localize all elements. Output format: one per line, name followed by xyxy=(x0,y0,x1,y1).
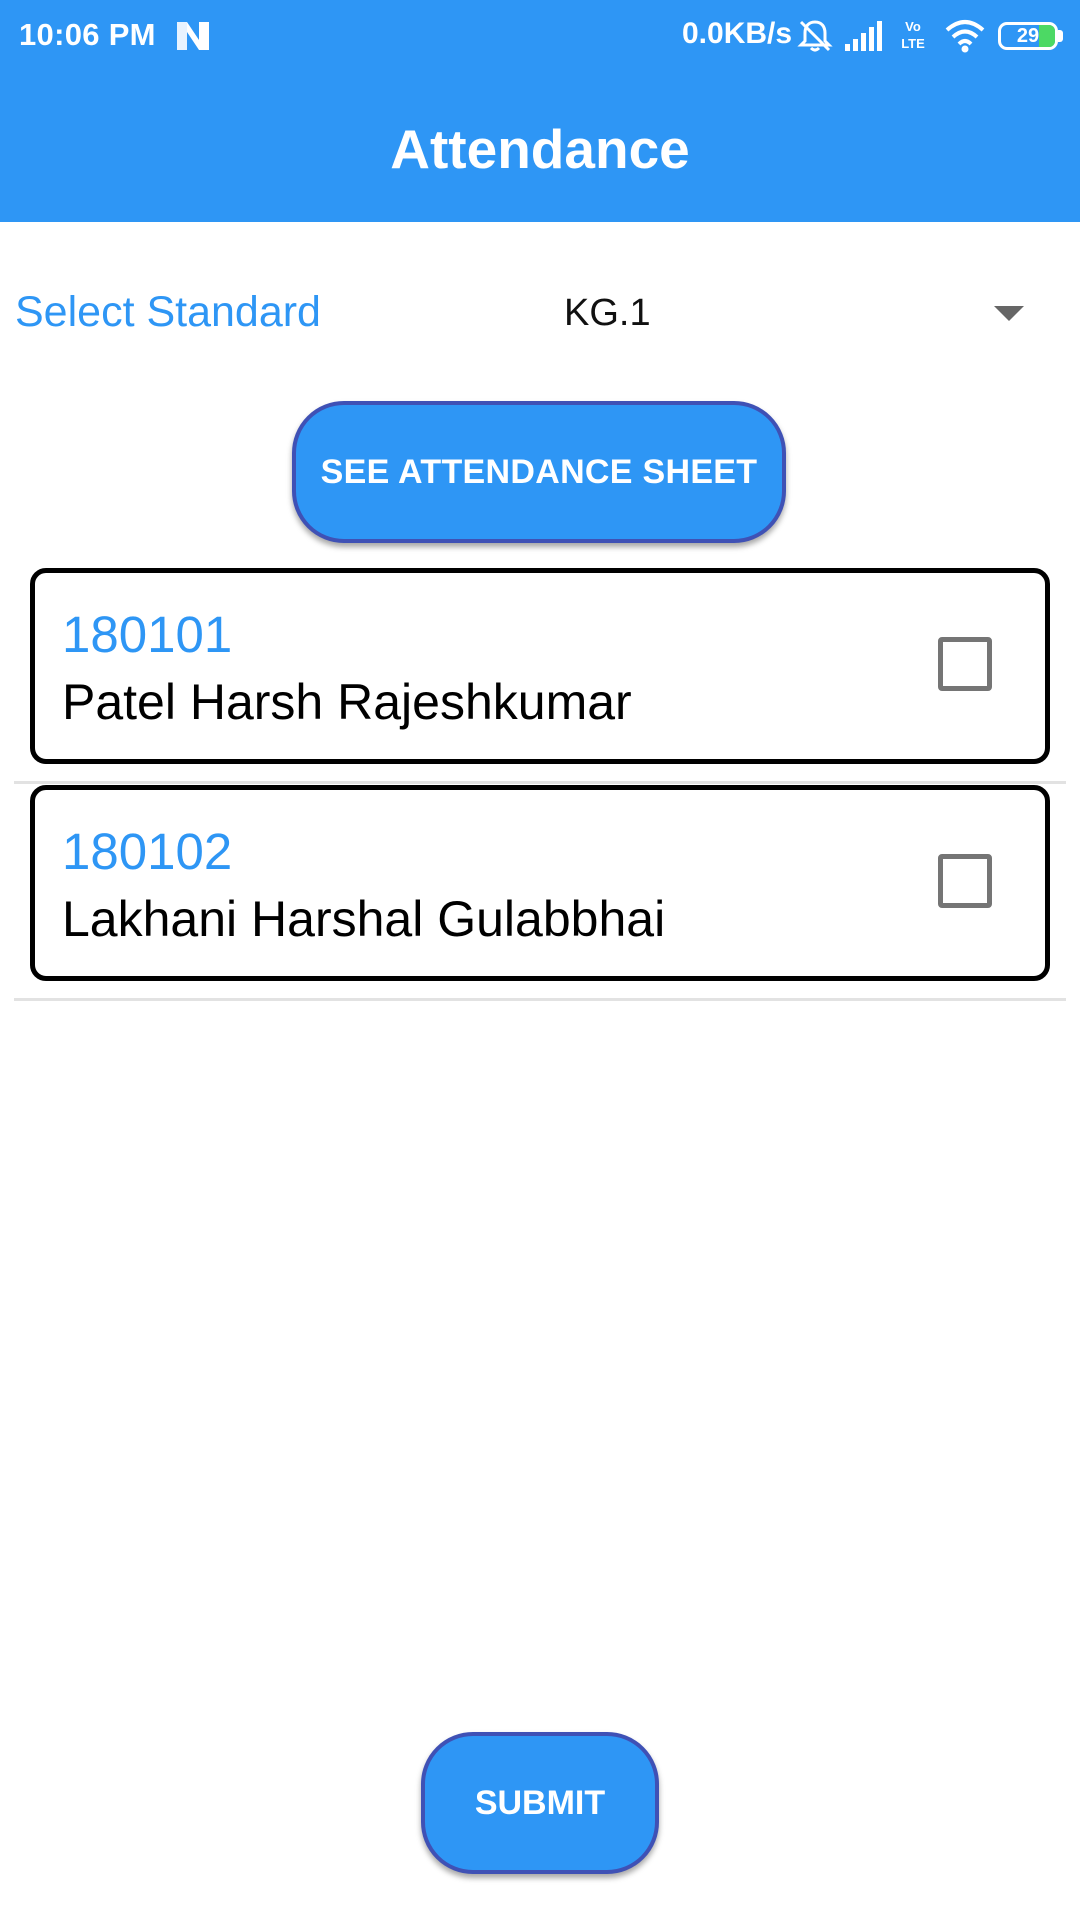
battery-tip xyxy=(1058,30,1063,42)
student-card[interactable]: 180101 Patel Harsh Rajeshkumar xyxy=(30,568,1050,764)
submit-button[interactable]: SUBMIT xyxy=(421,1732,659,1874)
student-name: Lakhani Harshal Gulabbhai xyxy=(62,891,666,947)
standard-selected-value: KG.1 xyxy=(564,292,651,334)
page-title: Attendance xyxy=(390,118,690,180)
list-item: 180102 Lakhani Harshal Gulabbhai xyxy=(14,785,1066,1001)
student-name: Patel Harsh Rajeshkumar xyxy=(62,674,632,730)
standard-dropdown[interactable]: KG.1 xyxy=(520,270,1040,362)
attendance-checkbox[interactable] xyxy=(938,637,992,691)
wifi-icon xyxy=(945,20,985,53)
dropdown-arrow-icon xyxy=(994,306,1024,321)
bell-muted-icon xyxy=(797,20,833,52)
volte-icon: Vo LTE xyxy=(901,19,925,51)
battery-level: 29 xyxy=(1016,25,1040,47)
list-item: 180101 Patel Harsh Rajeshkumar xyxy=(14,568,1066,784)
student-id: 180101 xyxy=(62,606,233,663)
cell-signal-icon xyxy=(845,21,882,51)
notification-n-icon xyxy=(177,22,209,50)
status-time: 10:06 PM xyxy=(19,17,156,52)
app-bar: 10:06 PM 0.0KB/s Vo LTE 29 Attendance xyxy=(0,0,1080,222)
student-id: 180102 xyxy=(62,823,233,880)
select-standard-label: Select Standard xyxy=(15,288,321,336)
student-card[interactable]: 180102 Lakhani Harshal Gulabbhai xyxy=(30,785,1050,981)
list-divider xyxy=(14,998,1066,1001)
battery-body: 29 xyxy=(998,22,1058,50)
see-attendance-sheet-button[interactable]: SEE ATTENDANCE SHEET xyxy=(292,401,786,543)
status-bar: 10:06 PM 0.0KB/s Vo LTE 29 xyxy=(0,0,1080,72)
battery-icon: 29 xyxy=(998,22,1064,50)
attendance-checkbox[interactable] xyxy=(938,854,992,908)
list-divider xyxy=(14,781,1066,784)
network-speed: 0.0KB/s xyxy=(682,17,793,50)
